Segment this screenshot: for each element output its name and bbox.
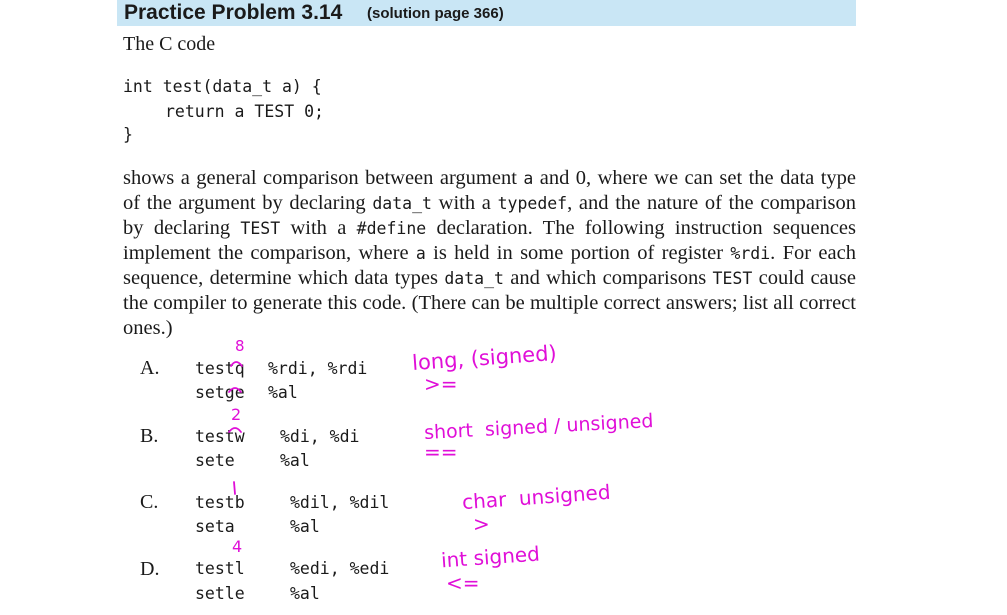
annotation-c-type: char unsigned	[461, 479, 612, 515]
annotation-c-op: >	[473, 512, 490, 536]
problem-title: Practice Problem 3.14	[124, 1, 343, 24]
annotation-a-size: 8	[235, 337, 245, 355]
problem-letter: C.	[140, 491, 159, 513]
instruction: setge	[195, 383, 245, 402]
intro-text: The C code	[123, 33, 216, 55]
code-line-1: int test(data_t a) {	[123, 77, 322, 96]
annotation-a-op: >=	[424, 372, 458, 396]
annotation-a-type: long, (signed)	[411, 340, 558, 376]
annotation-d-op: <=	[446, 571, 480, 595]
instruction: seta	[195, 517, 235, 536]
operands: %rdi, %rdi	[268, 359, 368, 378]
operands: %al	[268, 383, 298, 402]
annotation-b-op: ==	[424, 440, 458, 464]
annotation-b-type: short signed / unsigned	[423, 410, 654, 444]
operands: %dil, %dil	[290, 493, 390, 512]
annotation-d-size: 4	[232, 537, 243, 556]
code-line-3: }	[123, 125, 133, 144]
solution-reference: (solution page 366)	[367, 5, 504, 22]
operands: %al	[290, 584, 320, 603]
operands: %al	[290, 517, 320, 536]
problem-description: shows a general comparison between argum…	[123, 167, 857, 339]
annotation-b-size: 2	[231, 405, 242, 424]
instruction: setle	[195, 584, 245, 603]
operands: %al	[280, 451, 310, 470]
code-line-2: return a TEST 0;	[165, 102, 324, 121]
problem-letter: B.	[140, 425, 159, 447]
instruction: sete	[195, 451, 235, 470]
annotation-d-type: int signed	[440, 541, 541, 573]
problem-letter: D.	[140, 558, 160, 580]
problem-letter: A.	[140, 357, 160, 379]
instruction: testl	[195, 559, 245, 578]
instruction: testb	[195, 493, 245, 512]
operands: %edi, %edi	[290, 559, 390, 578]
problem-header: Practice Problem 3.14 (solution page 366…	[117, 0, 856, 26]
operands: %di, %di	[280, 427, 360, 446]
instruction: testw	[195, 427, 245, 446]
instruction: testq	[195, 359, 245, 378]
